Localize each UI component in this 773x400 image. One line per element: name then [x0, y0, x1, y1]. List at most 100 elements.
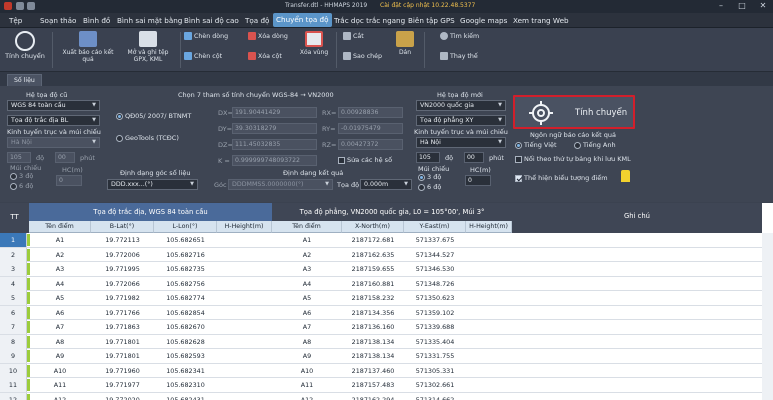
cell-east[interactable]: 571348.726	[404, 277, 466, 291]
cell-name-new[interactable]: A1	[272, 233, 342, 247]
open-gps-kml-button[interactable]: Mở và ghi tệp GPX, KML	[120, 31, 176, 63]
cell-east[interactable]: 571339.688	[404, 320, 466, 334]
export-report-button[interactable]: Xuất báo cáo kết quả	[58, 31, 118, 63]
cell-height-old[interactable]	[217, 378, 272, 392]
menu-coordinate-transform[interactable]: Chuyển tọa độ	[273, 13, 332, 27]
quick-undo-icon[interactable]	[27, 2, 35, 10]
table-row[interactable]: 9 A9 19.771801 105.682593 A9 2187138.134 57133…	[0, 349, 773, 364]
cell-lon[interactable]: 105.682756	[154, 277, 217, 291]
cell-name-old[interactable]: A5	[29, 291, 91, 305]
cell-name-new[interactable]: A9	[272, 349, 342, 363]
cell-lat[interactable]: 19.771960	[91, 364, 154, 378]
show-point-icon-checkbox[interactable]: Thể hiện biểu tượng điểm	[515, 174, 608, 182]
new-zone-6-radio[interactable]: 6 độ	[418, 183, 441, 191]
old-minute-input[interactable]: 00	[55, 152, 75, 163]
insert-row-button[interactable]: Chèn dòng	[184, 32, 228, 40]
table-row[interactable]: 3 A3 19.771995 105.682735 A3 2187159.655 57134…	[0, 262, 773, 277]
row-number[interactable]: 2	[0, 247, 27, 262]
lang-english-radio[interactable]: Tiếng Anh	[574, 141, 616, 149]
cell-east[interactable]: 571305.331	[404, 364, 466, 378]
angle-output-select[interactable]: DDDMMSS.0000000(°) ▼	[228, 179, 333, 190]
row-number[interactable]: 12	[0, 392, 27, 400]
table-row[interactable]: 8 A8 19.771801 105.682628 A8 2187138.134 57133…	[0, 334, 773, 349]
close-icon[interactable]: ✕	[754, 0, 772, 13]
cell-north[interactable]: 2187138.134	[342, 335, 404, 349]
cell-name-old[interactable]: A4	[29, 277, 91, 291]
cell-name-new[interactable]: A3	[272, 262, 342, 276]
cell-lat[interactable]: 19.771977	[91, 378, 154, 392]
cell-name-new[interactable]: A2	[272, 248, 342, 262]
cell-name-old[interactable]: A7	[29, 320, 91, 334]
delete-column-button[interactable]: Xóa cột	[248, 52, 282, 60]
quick-save-icon[interactable]	[16, 2, 24, 10]
find-button[interactable]: Tìm kiếm	[440, 32, 479, 40]
cell-height-old[interactable]	[217, 233, 272, 247]
kml-order-checkbox[interactable]: Nối theo thứ tự bảng khi lưu KML	[515, 155, 631, 163]
cell-height-new[interactable]	[466, 262, 512, 276]
old-hc-input[interactable]: 0	[56, 175, 82, 186]
table-row[interactable]: 10 A10 19.771960 105.682341 A10 2187137.460 57…	[0, 363, 773, 378]
table-row[interactable]: 5 A5 19.771982 105.682774 A5 2187158.232 57135…	[0, 291, 773, 306]
lang-vietnamese-radio[interactable]: Tiếng Việt	[515, 141, 557, 149]
cell-east[interactable]: 571346.530	[404, 262, 466, 276]
table-row[interactable]: 7 A7 19.771863 105.682670 A7 2187136.160 57133…	[0, 320, 773, 335]
row-number[interactable]: 1	[0, 233, 27, 247]
vertical-scrollbar[interactable]	[762, 233, 773, 400]
cell-lon[interactable]: 105.682670	[154, 320, 217, 334]
cell-lon[interactable]: 105.682651	[154, 233, 217, 247]
menu-google-maps[interactable]: Google maps	[457, 15, 510, 26]
cell-north[interactable]: 2187134.356	[342, 306, 404, 320]
cell-height-old[interactable]	[217, 349, 272, 363]
rz-input[interactable]: 0.00427372	[338, 139, 403, 150]
cell-north[interactable]: 2187172.681	[342, 233, 404, 247]
old-datum-select[interactable]: WGS 84 toàn cầu ▼	[7, 100, 100, 111]
menu-profiles[interactable]: Trắc dọc trắc ngang	[331, 15, 408, 26]
new-zone-3-radio[interactable]: 3 độ	[418, 173, 441, 181]
replace-button[interactable]: Thay thế	[440, 52, 478, 60]
coord-output-select[interactable]: 0.000m ▼	[360, 179, 412, 190]
cell-height-old[interactable]	[217, 248, 272, 262]
cell-height-old[interactable]	[217, 364, 272, 378]
cell-lat[interactable]: 19.771982	[91, 291, 154, 305]
cell-name-new[interactable]: A6	[272, 306, 342, 320]
cell-lon[interactable]: 105.682593	[154, 349, 217, 363]
cell-lon[interactable]: 105.682310	[154, 378, 217, 392]
pin-icon[interactable]	[621, 170, 630, 182]
cell-name-old[interactable]: A1	[29, 233, 91, 247]
cell-height-old[interactable]	[217, 277, 272, 291]
cell-name-new[interactable]: A5	[272, 291, 342, 305]
new-minute-input[interactable]: 00	[464, 152, 484, 163]
cell-height-old[interactable]	[217, 306, 272, 320]
dy-input[interactable]: 39.30318279	[232, 123, 317, 134]
cell-height-old[interactable]	[217, 262, 272, 276]
paste-button[interactable]: Dán	[392, 31, 418, 56]
cell-north[interactable]: 2187157.483	[342, 378, 404, 392]
cut-button[interactable]: Cắt	[343, 32, 364, 40]
new-type-select[interactable]: Tọa độ phẳng XY ▼	[416, 115, 506, 126]
cell-lat[interactable]: 19.772006	[91, 248, 154, 262]
table-row[interactable]: 4 A4 19.772066 105.682756 A4 2187160.881 57134…	[0, 276, 773, 291]
cell-name-old[interactable]: A12	[29, 393, 91, 400]
cell-name-old[interactable]: A6	[29, 306, 91, 320]
cell-north[interactable]: 2187160.881	[342, 277, 404, 291]
angle-format-select[interactable]: DDD.xxx...(°) ▼	[107, 179, 198, 190]
old-zone-3-radio[interactable]: 3 độ	[10, 172, 33, 180]
cell-height-new[interactable]	[466, 306, 512, 320]
param-geotools-radio[interactable]: GeoTools (TCĐC)	[116, 134, 179, 142]
cell-name-new[interactable]: A7	[272, 320, 342, 334]
rx-input[interactable]: 0.00928836	[338, 107, 403, 118]
edit-coefficients-checkbox[interactable]: Sửa các hệ số	[338, 156, 392, 164]
cell-name-old[interactable]: A11	[29, 378, 91, 392]
copy-button[interactable]: Sao chép	[343, 52, 382, 60]
delete-area-button[interactable]: Xóa vùng	[298, 31, 330, 56]
row-number[interactable]: 3	[0, 262, 27, 276]
cell-height-new[interactable]	[466, 335, 512, 349]
cell-east[interactable]: 571337.675	[404, 233, 466, 247]
tab-data[interactable]: Số liệu	[7, 74, 42, 86]
new-hc-input[interactable]: 0	[465, 175, 491, 186]
row-number[interactable]: 4	[0, 276, 27, 291]
menu-web[interactable]: Xem trang Web	[510, 15, 572, 26]
menu-edit[interactable]: Soạn thảo	[37, 15, 79, 26]
cell-lon[interactable]: 105.682716	[154, 248, 217, 262]
cell-north[interactable]: 2187158.232	[342, 291, 404, 305]
